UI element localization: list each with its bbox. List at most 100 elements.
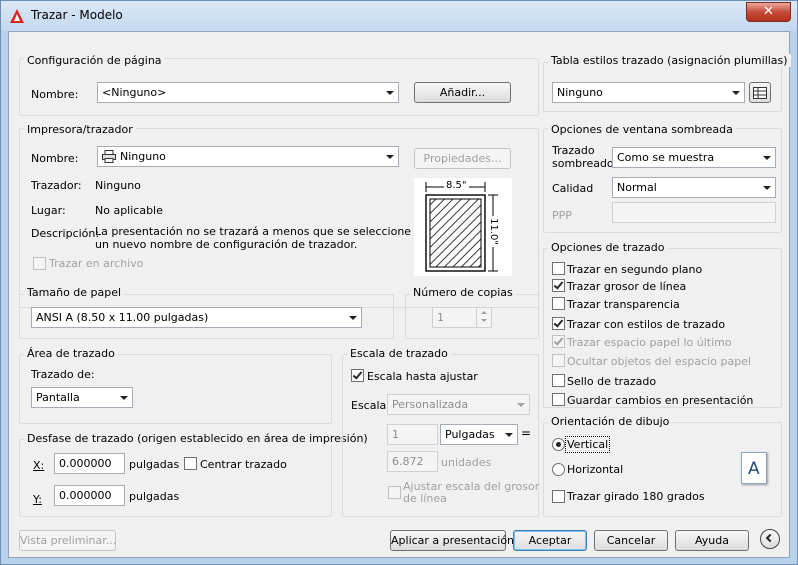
- collapse-options-button[interactable]: [760, 529, 780, 549]
- plotter-label: Trazador:: [31, 179, 82, 192]
- location-label: Lugar:: [31, 204, 66, 217]
- dpi-label: PPP: [552, 209, 572, 222]
- scale-value1-input[interactable]: 1: [387, 424, 438, 445]
- paper-size-value: ANSI A (8.50 x 11.00 pulgadas): [36, 311, 209, 324]
- fit-to-paper-label: Escala hasta ajustar: [367, 370, 478, 383]
- edit-plot-style-button[interactable]: [749, 82, 771, 103]
- offset-y-unit: pulgadas: [129, 490, 180, 503]
- offset-x-value: 0.000000: [59, 457, 112, 470]
- scale-units2-label: unidades: [441, 456, 492, 469]
- shade-plot-label-line-1: Trazado: [552, 144, 595, 157]
- portrait-label: Vertical: [564, 436, 611, 453]
- paper-size-select[interactable]: ANSI A (8.50 x 11.00 pulgadas): [31, 307, 362, 328]
- close-button[interactable]: ✕: [746, 2, 791, 22]
- apply-to-layout-button[interactable]: Aplicar a presentación: [390, 530, 514, 551]
- description-line-2: un nuevo nombre de configuración de traz…: [95, 238, 358, 251]
- window-title: Trazar - Modelo: [31, 8, 123, 22]
- page-setup-name-value: <Ninguno>: [102, 86, 167, 99]
- scale-equals-sign: =: [521, 426, 532, 440]
- help-button[interactable]: Ayuda: [675, 530, 749, 551]
- dpi-input[interactable]: [612, 202, 776, 223]
- plot-option-checkbox[interactable]: [552, 374, 565, 387]
- page-setup-group-label: Configuración de página: [24, 54, 165, 67]
- plot-option-checkbox[interactable]: [552, 262, 565, 275]
- upside-down-label: Trazar girado 180 grados: [567, 490, 705, 503]
- shade-plot-label-line-2: sombreado: [552, 157, 614, 170]
- preview-button[interactable]: Vista preliminar...: [19, 530, 116, 551]
- landscape-label: Horizontal: [567, 463, 624, 476]
- plot-style-table-select[interactable]: Ninguno: [552, 82, 745, 103]
- landscape-radio[interactable]: [552, 463, 565, 476]
- center-plot-checkbox[interactable]: [184, 457, 197, 470]
- upside-down-checkbox[interactable]: [552, 490, 565, 503]
- title-bar[interactable]: Trazar - Modelo ✕: [1, 1, 797, 31]
- offset-x-label: X:: [33, 459, 45, 472]
- chevron-down-icon: [349, 316, 357, 320]
- paper-height-dimension: 11.0": [487, 216, 499, 247]
- quality-select[interactable]: Normal: [612, 177, 776, 198]
- copies-spinner[interactable]: [476, 307, 491, 328]
- quality-label: Calidad: [552, 182, 594, 195]
- chevron-down-icon: [763, 186, 771, 190]
- plot-option-label: Trazar transparencia: [567, 298, 680, 311]
- plot-option-label: Sello de trazado: [567, 375, 657, 388]
- printer-name-select[interactable]: Ninguno: [97, 146, 399, 167]
- scale-value2: 6.872: [392, 455, 424, 468]
- add-page-setup-button[interactable]: Añadir...: [414, 82, 511, 103]
- scale-units-select[interactable]: Pulgadas: [440, 424, 518, 445]
- plot-option-label: Trazar espacio papel lo último: [567, 336, 732, 349]
- plot-option-checkbox[interactable]: [552, 335, 565, 348]
- copies-input[interactable]: 1: [432, 307, 492, 328]
- orientation-page-icon: A: [741, 452, 767, 484]
- offset-y-input[interactable]: 0.000000: [54, 485, 125, 506]
- printer-group-label: Impresora/trazador: [24, 123, 136, 136]
- chevron-down-icon: [505, 433, 513, 437]
- portrait-radio[interactable]: [552, 438, 565, 451]
- plot-option-checkbox[interactable]: [552, 354, 565, 367]
- plot-option-checkbox[interactable]: [552, 317, 565, 330]
- plot-option-label: Trazar grosor de línea: [567, 280, 687, 293]
- shade-plot-select[interactable]: Como se muestra: [612, 147, 776, 168]
- scale-lineweights-checkbox[interactable]: [388, 486, 401, 499]
- cancel-button[interactable]: Cancelar: [594, 530, 668, 551]
- paper-width-dimension: 8.5": [444, 180, 469, 191]
- plot-to-file-label: Trazar en archivo: [49, 257, 144, 270]
- center-plot-label: Centrar trazado: [200, 458, 287, 471]
- dialog-body: Configuración de página Nombre: <Ninguno…: [8, 31, 791, 558]
- scale-select[interactable]: Personalizada: [387, 394, 530, 415]
- quality-value: Normal: [617, 181, 657, 194]
- scale-value: Personalizada: [392, 398, 469, 411]
- description-line-1: La presentación no se trazará a menos qu…: [95, 225, 412, 238]
- copies-group-label: Número de copias: [410, 286, 516, 299]
- scale-value2-input[interactable]: 6.872: [387, 451, 438, 472]
- check-icon: [553, 317, 564, 328]
- plot-option-label: Guardar cambios en presentación: [567, 394, 754, 407]
- chevron-left-icon: [765, 533, 775, 543]
- printer-name-value: Ninguno: [120, 150, 166, 163]
- plot-option-label: Trazar en segundo plano: [567, 263, 703, 276]
- properties-button[interactable]: Propiedades...: [414, 148, 511, 169]
- plot-option-checkbox[interactable]: [552, 279, 565, 292]
- check-icon: [553, 279, 564, 290]
- chevron-down-icon: [386, 91, 394, 95]
- fit-to-paper-checkbox[interactable]: [351, 369, 364, 382]
- check-icon: [553, 335, 564, 346]
- plotter-value: Ninguno: [95, 179, 141, 192]
- plot-option-checkbox[interactable]: [552, 297, 565, 310]
- plot-option-checkbox[interactable]: [552, 393, 565, 406]
- plot-dialog: Trazar - Modelo ✕ Configuración de págin…: [0, 0, 798, 565]
- scale-units-value: Pulgadas: [445, 428, 495, 441]
- page-setup-name-select[interactable]: <Ninguno>: [97, 82, 399, 103]
- scale-label: Escala:: [351, 399, 390, 412]
- plot-to-file-checkbox[interactable]: [33, 257, 46, 270]
- offset-x-input[interactable]: 0.000000: [54, 453, 125, 474]
- plot-style-table-group-label: Tabla estilos trazado (asignación plumil…: [548, 54, 791, 67]
- ok-button[interactable]: Aceptar: [513, 530, 587, 551]
- offset-x-unit: pulgadas: [129, 458, 180, 471]
- spin-up-icon: [481, 311, 487, 314]
- plot-what-select[interactable]: Pantalla: [31, 387, 133, 408]
- autocad-app-icon: [10, 9, 24, 23]
- offset-y-label: Y:: [33, 493, 42, 506]
- plot-scale-group-label: Escala de trazado: [347, 347, 451, 360]
- plot-option-label: Trazar con estilos de trazado: [567, 318, 726, 331]
